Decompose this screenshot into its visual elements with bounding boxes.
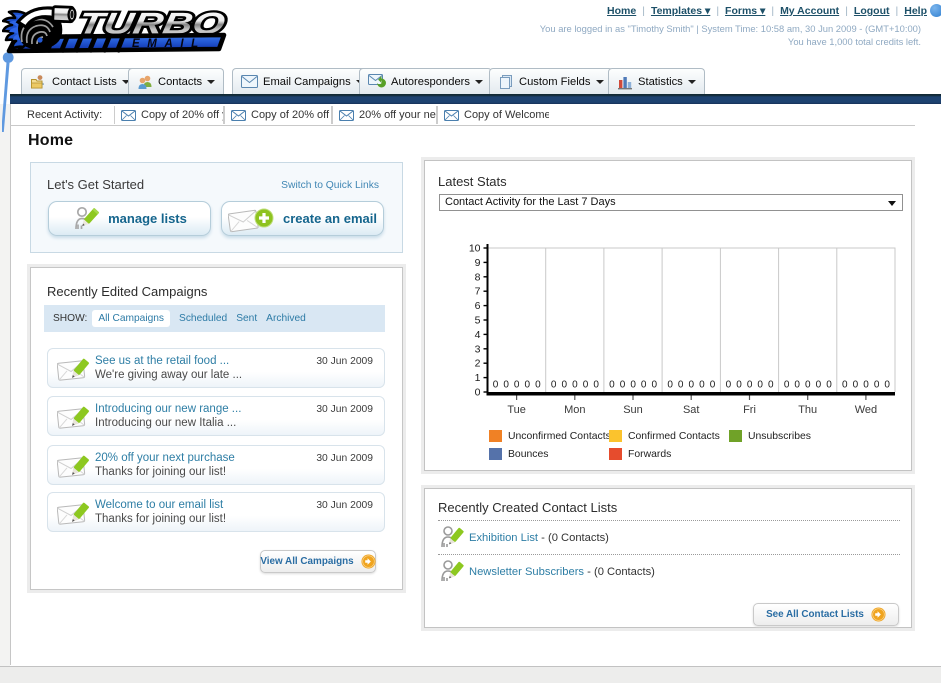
svg-text:2: 2 bbox=[475, 358, 481, 370]
svg-text:0: 0 bbox=[525, 380, 531, 391]
svg-text:0: 0 bbox=[853, 380, 859, 391]
svg-text:0: 0 bbox=[794, 380, 800, 391]
svg-text:0: 0 bbox=[593, 380, 599, 391]
svg-text:0: 0 bbox=[736, 380, 742, 391]
svg-text:Sun: Sun bbox=[623, 404, 643, 416]
svg-text:1: 1 bbox=[475, 372, 481, 384]
svg-text:0: 0 bbox=[757, 380, 763, 391]
svg-text:0: 0 bbox=[652, 380, 658, 391]
svg-text:0: 0 bbox=[678, 380, 684, 391]
svg-text:Mon: Mon bbox=[564, 404, 585, 416]
svg-text:0: 0 bbox=[826, 380, 832, 391]
svg-text:0: 0 bbox=[842, 380, 848, 391]
svg-text:0: 0 bbox=[816, 380, 822, 391]
svg-text:0: 0 bbox=[493, 380, 499, 391]
svg-text:0: 0 bbox=[884, 380, 890, 391]
svg-text:0: 0 bbox=[641, 380, 647, 391]
svg-text:Wed: Wed bbox=[855, 404, 877, 416]
svg-text:0: 0 bbox=[863, 380, 869, 391]
svg-text:0: 0 bbox=[503, 380, 509, 391]
svg-text:9: 9 bbox=[475, 257, 481, 269]
svg-text:10: 10 bbox=[469, 243, 481, 255]
svg-text:4: 4 bbox=[475, 329, 481, 341]
svg-text:0: 0 bbox=[667, 380, 673, 391]
svg-text:0: 0 bbox=[609, 380, 615, 391]
svg-text:0: 0 bbox=[572, 380, 578, 391]
svg-text:Fri: Fri bbox=[743, 404, 756, 416]
svg-text:0: 0 bbox=[620, 380, 626, 391]
svg-text:0: 0 bbox=[874, 380, 880, 391]
svg-text:8: 8 bbox=[475, 271, 481, 283]
svg-text:0: 0 bbox=[551, 380, 557, 391]
svg-text:0: 0 bbox=[747, 380, 753, 391]
svg-text:Sat: Sat bbox=[683, 404, 700, 416]
svg-text:7: 7 bbox=[475, 286, 481, 298]
svg-text:EMAIL: EMAIL bbox=[132, 38, 206, 50]
svg-text:0: 0 bbox=[784, 380, 790, 391]
svg-text:0: 0 bbox=[689, 380, 695, 391]
svg-text:0: 0 bbox=[583, 380, 589, 391]
svg-text:0: 0 bbox=[630, 380, 636, 391]
svg-text:0: 0 bbox=[475, 387, 481, 399]
svg-text:0: 0 bbox=[726, 380, 732, 391]
svg-text:0: 0 bbox=[699, 380, 705, 391]
svg-text:5: 5 bbox=[475, 315, 481, 327]
svg-text:0: 0 bbox=[768, 380, 774, 391]
svg-text:0: 0 bbox=[562, 380, 568, 391]
svg-text:6: 6 bbox=[475, 300, 481, 312]
svg-text:3: 3 bbox=[475, 343, 481, 355]
svg-text:Thu: Thu bbox=[798, 404, 817, 416]
svg-text:0: 0 bbox=[805, 380, 811, 391]
svg-text:0: 0 bbox=[535, 380, 541, 391]
svg-text:0: 0 bbox=[514, 380, 520, 391]
svg-text:0: 0 bbox=[710, 380, 716, 391]
svg-text:Tue: Tue bbox=[507, 404, 526, 416]
